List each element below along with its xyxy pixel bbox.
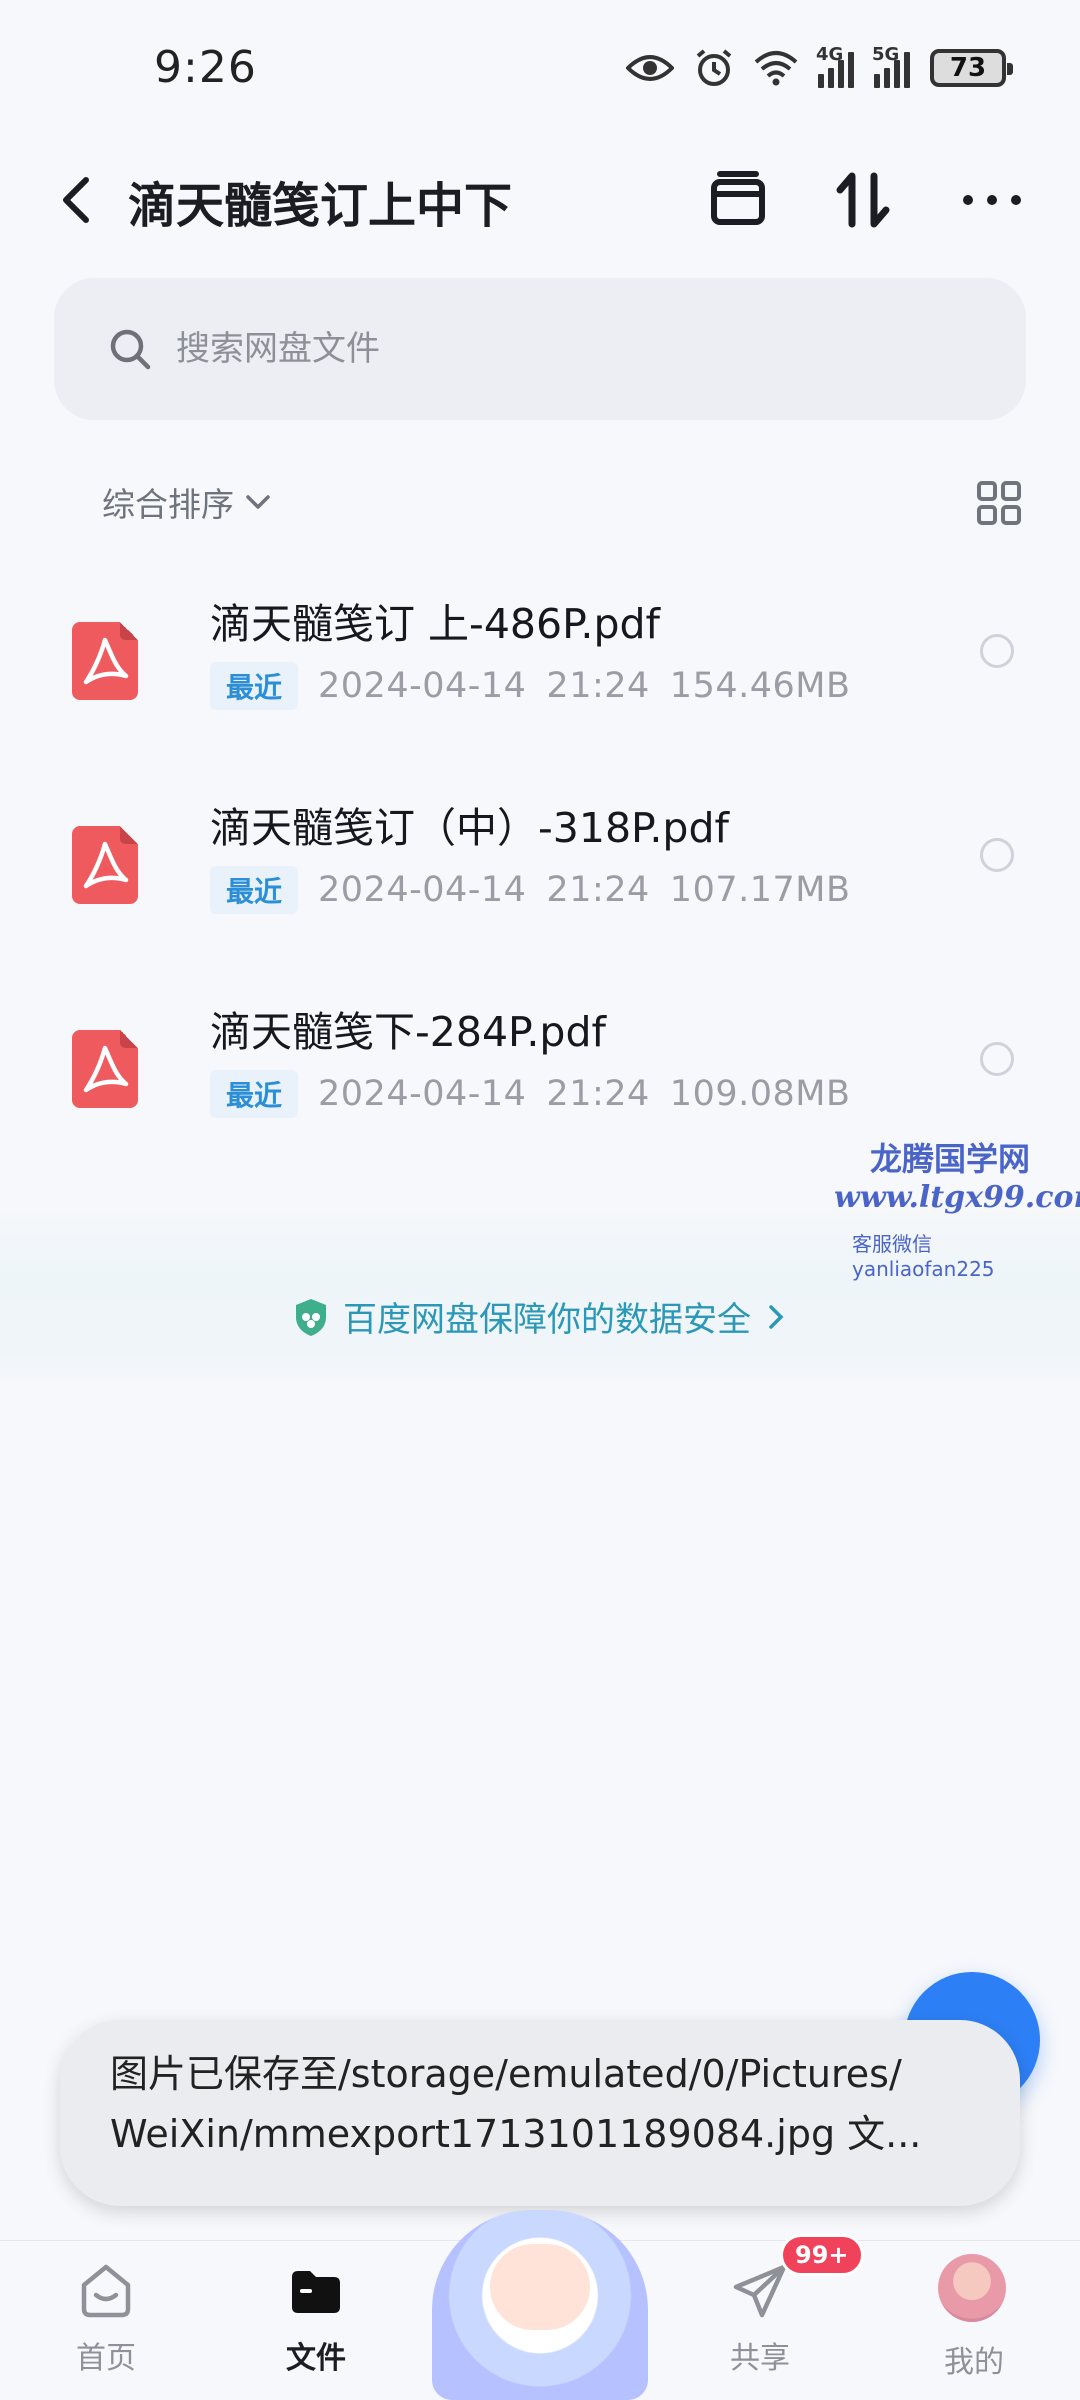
more-options-icon[interactable]: [960, 168, 1024, 232]
file-name: 滴天髓笺订 上-486P.pdf: [210, 600, 660, 648]
file-date: 2024-04-14: [318, 1074, 527, 1114]
wifi-icon: [754, 51, 798, 86]
file-time: 21:24: [546, 1074, 650, 1114]
chevron-down-icon: [246, 495, 270, 509]
shield-icon: [296, 1298, 326, 1336]
page-title: 滴天髓笺订上中下: [128, 178, 513, 234]
file-row[interactable]: 滴天髓笺订 上-486P.pdf 最近 2024-04-14 21:24 154…: [0, 580, 1080, 780]
pdf-file-icon: [72, 622, 138, 700]
file-meta: 最近 2024-04-14 21:24 154.46MB: [210, 662, 850, 710]
select-radio[interactable]: [980, 1042, 1014, 1076]
pdf-file-icon: [72, 1030, 138, 1108]
paper-plane-icon: [733, 2264, 787, 2318]
file-row[interactable]: 滴天髓笺订（中）-318P.pdf 最近 2024-04-14 21:24 10…: [0, 784, 1080, 984]
file-date: 2024-04-14: [318, 666, 527, 706]
security-notice-text: 百度网盘保障你的数据安全: [343, 1300, 751, 1340]
recent-badge: 最近: [210, 866, 299, 914]
chevron-right-icon: [769, 1304, 784, 1329]
cellular-signal-5g-icon: 5G: [872, 44, 910, 88]
recent-badge: 最近: [210, 1070, 299, 1118]
toast-line-2: WeiXin/mmexport1713101189084.jpg 文...: [110, 2112, 922, 2156]
file-size: 109.08MB: [669, 1074, 851, 1114]
back-arrow-icon[interactable]: [52, 170, 96, 230]
security-notice-link[interactable]: 百度网盘保障你的数据安全: [0, 1292, 1080, 1341]
watermark-title: 龙腾国学网: [870, 1140, 1031, 1178]
home-icon: [81, 2264, 131, 2318]
toast-message: 图片已保存至/storage/emulated/0/Pictures/ WeiX…: [60, 2020, 1020, 2206]
status-icons: 4G 5G 73: [626, 44, 1013, 88]
file-name: 滴天髓笺订（中）-318P.pdf: [210, 804, 729, 852]
nav-share-label: 共享: [730, 2341, 790, 2376]
cellular-signal-4g-icon: 4G: [816, 44, 854, 88]
mascot-center-button[interactable]: [432, 2210, 648, 2400]
file-meta: 最近 2024-04-14 21:24 109.08MB: [210, 1070, 850, 1118]
sort-transfer-icon[interactable]: [832, 168, 896, 232]
file-size: 107.17MB: [669, 870, 851, 910]
avatar[interactable]: [938, 2254, 1006, 2322]
alarm-icon: [696, 49, 732, 86]
status-time: 9:26: [154, 42, 257, 93]
battery-icon: 73: [930, 49, 1013, 87]
nav-share[interactable]: 共享: [690, 2261, 830, 2377]
search-icon: [110, 329, 151, 370]
select-radio[interactable]: [980, 838, 1014, 872]
nav-files-label: 文件: [286, 2341, 346, 2376]
watermark-contact: 客服微信 yanliaofan225: [852, 1232, 995, 1281]
archive-icon[interactable]: [706, 168, 770, 232]
file-time: 21:24: [546, 870, 650, 910]
eye-icon: [626, 55, 674, 81]
watermark-url: www.ltgx99.com: [834, 1180, 1080, 1215]
toast-line-1: 图片已保存至/storage/emulated/0/Pictures/: [110, 2052, 902, 2096]
pdf-file-icon: [72, 826, 138, 904]
nav-home[interactable]: 首页: [36, 2261, 176, 2377]
sort-label: 综合排序: [102, 485, 234, 524]
nav-mine-label: 我的: [944, 2345, 1004, 2380]
sort-dropdown[interactable]: 综合排序: [102, 478, 274, 526]
file-meta: 最近 2024-04-14 21:24 107.17MB: [210, 866, 850, 914]
folder-icon: [292, 2271, 340, 2313]
share-notification-badge: 99+: [780, 2234, 864, 2276]
recent-badge: 最近: [210, 662, 299, 710]
nav-files[interactable]: 文件: [246, 2261, 386, 2377]
search-input[interactable]: [176, 329, 876, 369]
grid-view-icon[interactable]: [976, 480, 1022, 526]
file-time: 21:24: [546, 666, 650, 706]
mascot-face: [490, 2244, 590, 2330]
battery-level: 73: [949, 53, 987, 83]
file-name: 滴天髓笺下-284P.pdf: [210, 1008, 606, 1056]
select-radio[interactable]: [980, 634, 1014, 668]
file-date: 2024-04-14: [318, 870, 527, 910]
signal-5g-label: 5G: [872, 44, 900, 65]
nav-home-label: 首页: [76, 2341, 136, 2376]
search-bar[interactable]: [54, 278, 1026, 420]
file-size: 154.46MB: [669, 666, 851, 706]
signal-4g-label: 4G: [816, 44, 844, 65]
